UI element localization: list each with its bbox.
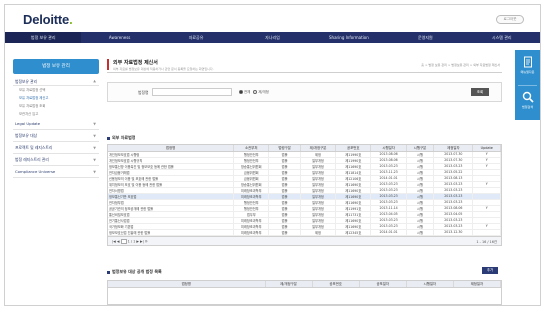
search-button[interactable]: 조회 <box>471 88 489 96</box>
title-accent <box>107 59 109 70</box>
page-subtitle: 외부 자료를 법정보유 대상에 적용하거나 관련 문서 등록을 요청하는 화면입… <box>113 67 214 71</box>
sidebar-item-select[interactable]: 보유 자료법정 선택 <box>13 86 99 94</box>
add-button[interactable]: 추가 <box>482 267 498 274</box>
total-pages: 1 <box>133 239 136 244</box>
chevron-down-icon: ▼ <box>93 134 96 138</box>
filter-radios: 전체 제/개정 <box>239 89 269 94</box>
grid-title: 외부 자료법정 <box>107 135 135 141</box>
prev-page-icon[interactable]: ◀ <box>117 240 120 244</box>
target-law-table: 법정명 제/개정구분 공포번호 공포일자 시행일자 제정일자 <box>107 280 502 305</box>
main-nav: 법정 보유 관리 Awareness 자료공유 자나리엄 Sharing Inf… <box>5 32 540 43</box>
sidebar-item-compliance-universe[interactable]: Compliance Universe ▼ <box>13 166 99 178</box>
document-icon <box>523 56 532 68</box>
browser-frame: Deloitte. 로그아웃 법정 보유 관리 Awareness 자료공유 자… <box>4 4 541 306</box>
chevron-down-icon: ▼ <box>93 122 96 126</box>
grid2-title: 법정보유 대상 공개 법정 목록 <box>107 269 162 275</box>
search-icon <box>522 91 534 103</box>
page-title: 외부 자료법정 제신서 <box>113 60 158 66</box>
nav-item-data-share[interactable]: 자료공유 <box>158 32 234 43</box>
col2-promulgation-date[interactable]: 공포일자 <box>359 281 407 288</box>
header: Deloitte. 로그아웃 <box>5 5 540 32</box>
chevron-down-icon: ▼ <box>93 146 96 150</box>
pager-info: 1 - 16 / 16건 <box>476 240 497 244</box>
sidebar-item-project-registry[interactable]: 프로젝트 및 레지스트리 ▼ <box>13 142 99 154</box>
chevron-down-icon: ▼ <box>93 170 96 174</box>
col2-effective-date[interactable]: 시행일자 <box>406 281 454 288</box>
quick-panel: 매뉴얼다운 법정검색 <box>515 50 540 120</box>
chevron-down-icon: ▼ <box>93 158 96 162</box>
sidebar-item-registry-admin[interactable]: 법정 레지스트리 관리 ▼ <box>13 154 99 166</box>
square-bullet-icon <box>107 136 110 140</box>
nav-item-operations[interactable]: 운영지원 <box>387 32 463 43</box>
search-panel: 법정명 전체 제/개정 조회 <box>107 82 502 102</box>
page-title-bar: 외부 자료법정 제신서 외부 자료를 법정보유 대상에 적용하거나 관련 문서 … <box>107 57 502 73</box>
law-search-button[interactable]: 법정검색 <box>515 85 540 120</box>
main-content: 외부 자료법정 제신서 외부 자료를 법정보유 대상에 적용하거나 관련 문서 … <box>107 57 502 305</box>
law-name-input[interactable] <box>152 88 232 96</box>
manual-download-button[interactable]: 매뉴얼다운 <box>515 50 540 85</box>
nav-item-sharing-information[interactable]: Sharing Information <box>311 32 387 43</box>
sidebar-item-legal-update[interactable]: Legal Update ▼ <box>13 118 99 130</box>
sidebar-item-view[interactable]: 보유 자료법정 조회 <box>13 102 99 110</box>
col2-law-name[interactable]: 법정명 <box>108 281 266 288</box>
table2-header: 법정명 제/개정구분 공포번호 공포일자 시행일자 제정일자 <box>108 281 501 288</box>
col2-promulgation-no[interactable]: 공포번호 <box>312 281 360 288</box>
first-page-icon[interactable]: |◀ <box>112 240 116 244</box>
law-table: 법정명 소관부처 법령구분 제/개정구분 공포번호 시행일자 시행구분 제정일자… <box>107 144 502 246</box>
sidebar-title: 법정 보유 관리 <box>13 59 99 74</box>
logout-button[interactable]: 로그아웃 <box>496 15 524 24</box>
sidebar-item-resubmit[interactable]: 보유 자료법정 제신고 <box>13 94 99 102</box>
last-page-icon[interactable]: ▶| <box>140 240 144 244</box>
deloitte-logo[interactable]: Deloitte. <box>23 12 73 27</box>
radio-all[interactable] <box>239 90 243 94</box>
sidebar-item-retention-target[interactable]: 법정보유 대상 ▼ <box>13 130 99 142</box>
next-page-icon[interactable]: ▶ <box>136 240 139 244</box>
page-separator: / <box>130 239 132 244</box>
pagination: |◀ ◀ 1 / 1 ▶ ▶| ⟳ 1 - 16 / 16건 <box>108 236 501 245</box>
breadcrumb: 홈 > 법정 보유 관리 > 법정보유 관리 > 외부 자료법정 제신서 <box>421 63 500 67</box>
chevron-up-icon: ▲ <box>93 79 96 83</box>
radio-revision[interactable] <box>253 90 258 94</box>
current-page: 1 <box>127 239 130 244</box>
refresh-icon[interactable]: ⟳ <box>145 240 148 244</box>
square-bullet-icon <box>107 270 110 274</box>
search-label: 법정명 <box>138 90 149 95</box>
col2-revision-type[interactable]: 제/개정구분 <box>265 281 313 288</box>
nav-item-seminar[interactable]: 자나리엄 <box>234 32 310 43</box>
page-number-input[interactable] <box>120 239 127 244</box>
nav-item-awareness[interactable]: Awareness <box>81 32 157 43</box>
sidebar-item-storage[interactable]: 보관자산 입고 <box>13 110 99 118</box>
col2-enactment-date[interactable]: 제정일자 <box>453 281 501 288</box>
nav-item-system-admin[interactable]: 시스템 관리 <box>464 32 540 43</box>
nav-item-legal-retention[interactable]: 법정 보유 관리 <box>5 32 82 43</box>
sidebar-section-legal-retention[interactable]: 법정보유 관리 ▲ <box>13 77 99 86</box>
pager-controls: |◀ ◀ 1 / 1 ▶ ▶| ⟳ <box>112 239 148 244</box>
sidebar: 법정 보유 관리 법정보유 관리 ▲ 보유 자료법정 선택 보유 자료법정 제신… <box>13 59 99 178</box>
